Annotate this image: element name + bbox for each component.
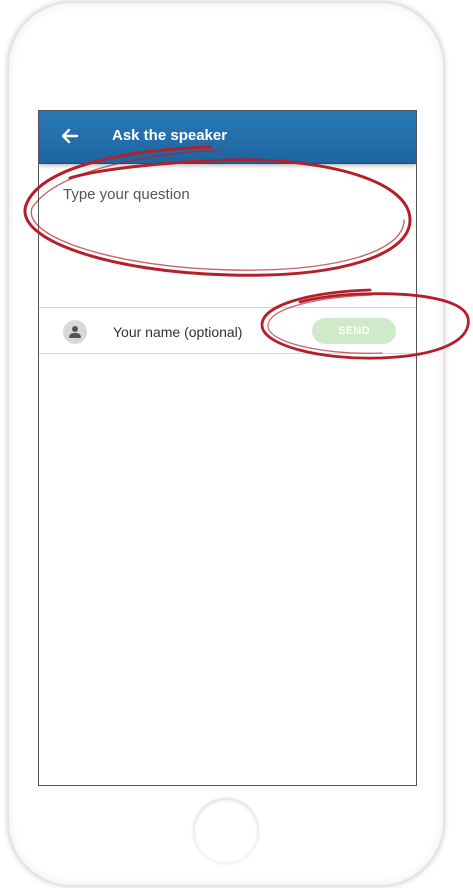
name-input[interactable] bbox=[111, 317, 275, 347]
back-button[interactable] bbox=[57, 123, 83, 149]
stage: Ask the speaker SEND bbox=[0, 0, 473, 888]
name-row: SEND bbox=[39, 307, 416, 354]
question-input[interactable] bbox=[39, 164, 416, 305]
arrow-left-icon bbox=[61, 128, 79, 144]
send-button[interactable]: SEND bbox=[312, 318, 396, 344]
app-bar: Ask the speaker bbox=[39, 111, 416, 164]
page-title: Ask the speaker bbox=[112, 127, 228, 144]
app-screen: Ask the speaker SEND bbox=[38, 110, 417, 786]
home-button[interactable] bbox=[193, 798, 259, 864]
person-icon bbox=[63, 320, 87, 344]
